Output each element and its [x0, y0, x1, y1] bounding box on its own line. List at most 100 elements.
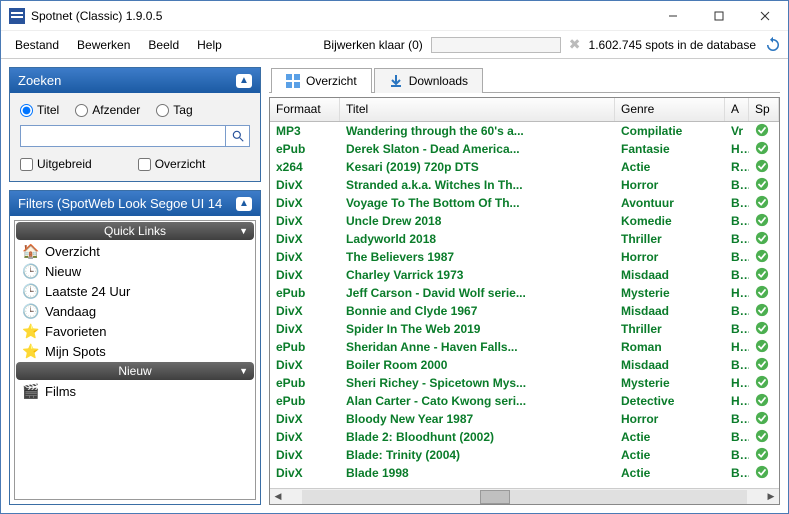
cell-title: Stranded a.k.a. Witches In Th... — [340, 177, 615, 193]
cell-a: Ho — [725, 393, 749, 409]
search-button[interactable] — [226, 125, 250, 147]
table-row[interactable]: DivXBlade 1998ActieBo — [270, 464, 779, 482]
filters-list[interactable]: Quick Links▼🏠Overzicht🕒Nieuw🕒Laatste 24 … — [14, 220, 256, 500]
tab-downloads[interactable]: Downloads — [374, 68, 483, 93]
filters-panel-title: Filters (SpotWeb Look Segoe UI 14 — [18, 196, 222, 211]
table-row[interactable]: DivXBlade 2: Bloodhunt (2002)ActieBo — [270, 428, 779, 446]
cell-format: DivX — [270, 411, 340, 427]
table-row[interactable]: x264Kesari (2019) 720p DTSActieRo — [270, 158, 779, 176]
section-nieuw[interactable]: Nieuw▼ — [16, 362, 254, 380]
menu-beeld[interactable]: Beeld — [140, 34, 187, 56]
filter-item[interactable]: 🎬Films — [15, 381, 255, 401]
table-row[interactable]: ePubAlan Carter - Cato Kwong seri...Dete… — [270, 392, 779, 410]
radio-titel[interactable]: Titel — [20, 103, 59, 117]
table-row[interactable]: DivXBlade: Trinity (2004)ActieBo — [270, 446, 779, 464]
table-row[interactable]: DivXCharley Varrick 1973MisdaadBo — [270, 266, 779, 284]
cell-title: Boiler Room 2000 — [340, 357, 615, 373]
menubar: Bestand Bewerken Beeld Help Bijwerken kl… — [1, 31, 788, 59]
cell-sp-check — [749, 230, 779, 249]
filter-item[interactable]: ⭐Mijn Spots — [15, 341, 255, 361]
cell-sp-check — [749, 320, 779, 339]
table-row[interactable]: DivXStranded a.k.a. Witches In Th...Horr… — [270, 176, 779, 194]
filter-item[interactable]: 🕒Vandaag — [15, 301, 255, 321]
titlebar: Spotnet (Classic) 1.9.0.5 — [1, 1, 788, 31]
cell-a: Ho — [725, 375, 749, 391]
cancel-icon[interactable]: ✖ — [569, 36, 581, 53]
table-row[interactable]: ePubSheridan Anne - Haven Falls...RomanH… — [270, 338, 779, 356]
cell-genre: Avontuur — [615, 195, 725, 211]
search-panel-header[interactable]: Zoeken ▲ — [10, 68, 260, 93]
table-row[interactable]: MP3Wandering through the 60's a...Compil… — [270, 122, 779, 140]
menu-bewerken[interactable]: Bewerken — [69, 34, 138, 56]
radio-afzender[interactable]: Afzender — [75, 103, 140, 117]
table-row[interactable]: ePubSheri Richey - Spicetown Mys...Myste… — [270, 374, 779, 392]
minimize-button[interactable] — [650, 1, 696, 31]
col-header-sp[interactable]: Sp — [749, 98, 779, 121]
filter-item[interactable]: 🏠Overzicht — [15, 241, 255, 261]
cell-genre: Actie — [615, 465, 725, 481]
cell-a: Bo — [725, 357, 749, 373]
maximize-button[interactable] — [696, 1, 742, 31]
table-row[interactable]: DivXVoyage To The Bottom Of Th...Avontuu… — [270, 194, 779, 212]
grid-body[interactable]: MP3Wandering through the 60's a...Compil… — [270, 122, 779, 488]
cell-format: ePub — [270, 375, 340, 391]
col-header-title[interactable]: Titel — [340, 98, 615, 121]
cell-title: Bloody New Year 1987 — [340, 411, 615, 427]
check-overzicht[interactable]: Overzicht — [138, 157, 206, 171]
tab-label: Downloads — [409, 74, 468, 88]
cell-format: DivX — [270, 465, 340, 481]
cell-title: The Believers 1987 — [340, 249, 615, 265]
cell-genre: Actie — [615, 447, 725, 463]
horizontal-scrollbar[interactable]: ◀ ▶ — [270, 488, 779, 504]
table-row[interactable]: DivXBloody New Year 1987HorrorBo — [270, 410, 779, 428]
cell-a: Bo — [725, 411, 749, 427]
table-row[interactable]: DivXUncle Drew 2018KomedieBo — [270, 212, 779, 230]
table-row[interactable]: DivXBoiler Room 2000MisdaadBo — [270, 356, 779, 374]
download-icon — [389, 74, 403, 88]
cell-a: Bo — [725, 249, 749, 265]
menu-bestand[interactable]: Bestand — [7, 34, 67, 56]
filter-item[interactable]: ⭐Favorieten — [15, 321, 255, 341]
section-quicklinks[interactable]: Quick Links▼ — [16, 222, 254, 240]
table-row[interactable]: DivXSpider In The Web 2019ThrillerBo — [270, 320, 779, 338]
table-row[interactable]: DivXBonnie and Clyde 1967MisdaadBo — [270, 302, 779, 320]
cell-genre: Compilatie — [615, 123, 725, 139]
cell-title: Uncle Drew 2018 — [340, 213, 615, 229]
close-button[interactable] — [742, 1, 788, 31]
cell-format: DivX — [270, 213, 340, 229]
table-row[interactable]: ePubJeff Carson - David Wolf serie...Mys… — [270, 284, 779, 302]
table-row[interactable]: ePubDerek Slaton - Dead America...Fantas… — [270, 140, 779, 158]
table-row[interactable]: DivXThe Believers 1987HorrorBo — [270, 248, 779, 266]
collapse-icon[interactable]: ▲ — [236, 197, 252, 211]
cell-sp-check — [749, 212, 779, 231]
cell-format: ePub — [270, 141, 340, 157]
col-header-genre[interactable]: Genre — [615, 98, 725, 121]
menu-help[interactable]: Help — [189, 34, 230, 56]
filters-panel-header[interactable]: Filters (SpotWeb Look Segoe UI 14 ▲ — [10, 191, 260, 216]
cell-a: Bo — [725, 195, 749, 211]
check-uitgebreid[interactable]: Uitgebreid — [20, 157, 92, 171]
scroll-left-icon[interactable]: ◀ — [270, 491, 286, 502]
tab-overzicht[interactable]: Overzicht — [271, 68, 372, 93]
scroll-track[interactable] — [302, 490, 747, 504]
col-header-a[interactable]: A — [725, 98, 749, 121]
cell-genre: Misdaad — [615, 267, 725, 283]
tab-label: Overzicht — [306, 74, 357, 88]
scroll-thumb[interactable] — [480, 490, 510, 504]
table-row[interactable]: DivXLadyworld 2018ThrillerBo — [270, 230, 779, 248]
cell-a: Bo — [725, 447, 749, 463]
cell-format: DivX — [270, 231, 340, 247]
col-header-format[interactable]: Formaat — [270, 98, 340, 121]
cell-format: DivX — [270, 177, 340, 193]
filter-item[interactable]: 🕒Laatste 24 Uur — [15, 281, 255, 301]
cell-genre: Horror — [615, 177, 725, 193]
refresh-icon[interactable] — [764, 36, 782, 54]
search-input[interactable] — [20, 125, 226, 147]
scroll-right-icon[interactable]: ▶ — [763, 491, 779, 502]
search-panel-title: Zoeken — [18, 73, 61, 88]
radio-tag[interactable]: Tag — [156, 103, 192, 117]
cell-genre: Detective — [615, 393, 725, 409]
filter-item[interactable]: 🕒Nieuw — [15, 261, 255, 281]
cell-sp-check — [749, 446, 779, 465]
collapse-icon[interactable]: ▲ — [236, 74, 252, 88]
